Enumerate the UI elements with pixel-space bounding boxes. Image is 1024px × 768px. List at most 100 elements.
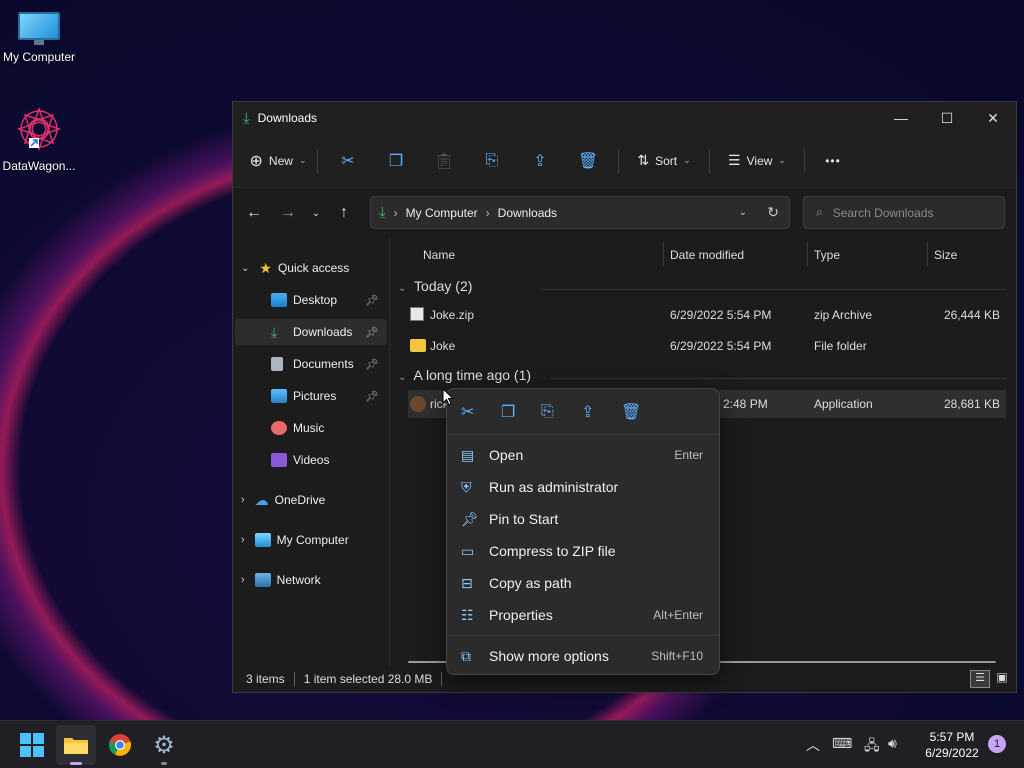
keyboard-icon[interactable]: ⌨ [832, 735, 852, 752]
pin-icon[interactable]: 📌︎ [365, 390, 379, 403]
column-header-type[interactable]: Type [814, 238, 928, 272]
minimize-button[interactable]: — [878, 102, 924, 134]
pin-icon: 📌︎ [461, 510, 479, 527]
file-size: 26,444 KB [943, 308, 1000, 322]
pin-icon[interactable]: 📌︎ [365, 294, 379, 307]
sort-button[interactable]: ⇅ Sort ⌄ [625, 144, 703, 178]
plus-circle-icon: ⊕ [249, 152, 263, 170]
taskbar-settings[interactable]: ⚙ [144, 725, 184, 765]
scissors-icon[interactable]: ✂ [461, 402, 501, 422]
up-button[interactable]: ↑ [329, 204, 359, 222]
group-header-long-ago[interactable]: ⌄ A long time ago (1) [398, 367, 531, 383]
file-date: 2:48 PM [723, 397, 768, 411]
file-size: 28,681 KB [943, 397, 1000, 411]
details-view-button[interactable]: ☰ [970, 670, 990, 688]
menu-item-run-as-admin[interactable]: ⛨ Run as administrator [451, 472, 715, 502]
forward-button[interactable]: → [273, 204, 303, 222]
table-row[interactable]: Joke 6/29/2022 5:54 PM File folder [408, 332, 1006, 360]
sort-icon: ⇅ [637, 152, 650, 168]
clock[interactable]: 5:57 PM 6/29/2022 [912, 729, 992, 761]
sidebar-item-downloads[interactable]: ⤓ Downloads 📌︎ [235, 319, 387, 345]
desktop-icon-my-computer[interactable]: My Computer [1, 12, 77, 64]
sidebar-item-network[interactable]: › Network [241, 567, 387, 593]
new-label: New [268, 153, 293, 168]
menu-item-show-more-options[interactable]: ⧉ Show more options Shift+F10 [451, 641, 715, 671]
maximize-button[interactable]: ☐ [924, 102, 970, 134]
share-button[interactable]: ⇪ [516, 144, 564, 178]
sidebar-item-pictures[interactable]: Pictures 📌︎ [235, 383, 387, 409]
menu-item-properties[interactable]: ☷ Properties Alt+Enter [451, 600, 715, 630]
delete-button[interactable]: 🗑︎ [564, 144, 612, 178]
column-header-name[interactable]: Name [423, 238, 663, 272]
sidebar-item-desktop[interactable]: Desktop 📌︎ [235, 287, 387, 313]
view-label: View [746, 153, 773, 168]
sidebar-item-quick-access[interactable]: ⌄ ★ Quick access [241, 255, 387, 281]
column-divider[interactable] [927, 242, 928, 266]
menu-item-compress-zip[interactable]: ▭ Compress to ZIP file [451, 536, 715, 566]
breadcrumb-my-computer[interactable]: My Computer [406, 206, 478, 220]
close-button[interactable]: ✕ [970, 102, 1016, 134]
cut-button[interactable]: ✂ [324, 144, 372, 178]
sidebar-item-my-computer[interactable]: › My Computer [241, 527, 387, 553]
notification-badge[interactable]: 1 [988, 735, 1006, 753]
search-box[interactable]: ⌕ Search Downloads [803, 196, 1005, 229]
large-icons-view-button[interactable]: ▣ [992, 670, 1012, 688]
taskbar-file-explorer[interactable] [56, 725, 96, 765]
start-button[interactable] [12, 725, 52, 765]
table-row[interactable]: Joke.zip 6/29/2022 5:54 PM zip Archive 2… [408, 301, 1006, 329]
copy-button[interactable]: ❐ [372, 144, 420, 178]
monitor-icon [254, 533, 271, 547]
pin-icon[interactable]: 📌︎ [365, 358, 379, 371]
breadcrumb-chevron-icon: › [393, 205, 398, 220]
search-placeholder: Search Downloads [832, 205, 934, 220]
trash-icon[interactable]: 🗑︎ [621, 402, 661, 422]
download-icon: ⤓ [271, 323, 278, 340]
group-header-today[interactable]: ⌄ Today (2) [398, 278, 472, 294]
sidebar-item-music[interactable]: Music [235, 415, 387, 441]
rename-button[interactable]: ⎘ [468, 144, 516, 178]
recent-locations-button[interactable]: ⌄ [303, 208, 329, 219]
title-bar[interactable]: ⤓ Downloads — ☐ ✕ [233, 102, 1016, 134]
more-button[interactable]: ••• [811, 144, 855, 178]
divider [447, 635, 719, 636]
menu-item-copy-as-path[interactable]: ⊟ Copy as path [451, 568, 715, 598]
search-icon: ⌕ [816, 205, 823, 219]
network-icon[interactable]: 🖧︎ [864, 735, 880, 759]
desktop-folder-icon [271, 293, 287, 307]
videos-icon [271, 453, 287, 467]
chevron-right-icon: › [241, 494, 245, 506]
column-header-date[interactable]: Date modified [670, 238, 808, 272]
breadcrumb-downloads[interactable]: Downloads [498, 206, 557, 220]
back-button[interactable]: ← [239, 204, 269, 222]
column-divider[interactable] [663, 242, 664, 266]
refresh-icon[interactable]: ↻ [767, 204, 779, 221]
sidebar-item-onedrive[interactable]: › ☁ OneDrive [241, 487, 387, 513]
file-date: 6/29/2022 5:54 PM [670, 308, 772, 322]
desktop-icon-datawagon[interactable]: DataWagon... [1, 106, 77, 173]
divider [550, 378, 1006, 379]
windows-logo-icon [20, 733, 44, 757]
paste-button[interactable]: 📋︎ [420, 144, 468, 178]
column-divider[interactable] [807, 242, 808, 266]
sidebar-item-documents[interactable]: Documents 📌︎ [235, 351, 387, 377]
copy-icon[interactable]: ❐ [501, 402, 541, 422]
menu-item-label: Show more options [489, 648, 609, 664]
view-button[interactable]: ☰ View ⌄ [716, 144, 798, 178]
taskbar-chrome[interactable] [100, 725, 140, 765]
sidebar-item-label: Pictures [293, 389, 337, 403]
desktop-icon-label: My Computer [2, 50, 76, 64]
menu-item-open[interactable]: ▤ Open Enter [451, 440, 715, 470]
volume-icon[interactable]: 🔊︎ [888, 735, 897, 752]
sidebar-item-videos[interactable]: Videos [235, 447, 387, 473]
breadcrumb-chevron-icon: › [485, 205, 490, 220]
address-bar[interactable]: ⤓ › My Computer › Downloads ⌄ ↻ [370, 196, 790, 229]
pin-icon[interactable]: 📌︎ [365, 326, 379, 339]
show-hidden-icons-icon[interactable]: ︿ [806, 735, 820, 755]
share-icon[interactable]: ⇪ [581, 402, 621, 422]
address-dropdown-icon[interactable]: ⌄ [739, 207, 747, 218]
rename-icon[interactable]: ⎘ [541, 403, 581, 421]
menu-item-pin-to-start[interactable]: 📌︎ Pin to Start [451, 504, 715, 534]
column-header-size[interactable]: Size [934, 238, 1004, 272]
cloud-icon: ☁ [254, 491, 269, 508]
new-button[interactable]: ⊕ New ⌄ [245, 144, 311, 178]
